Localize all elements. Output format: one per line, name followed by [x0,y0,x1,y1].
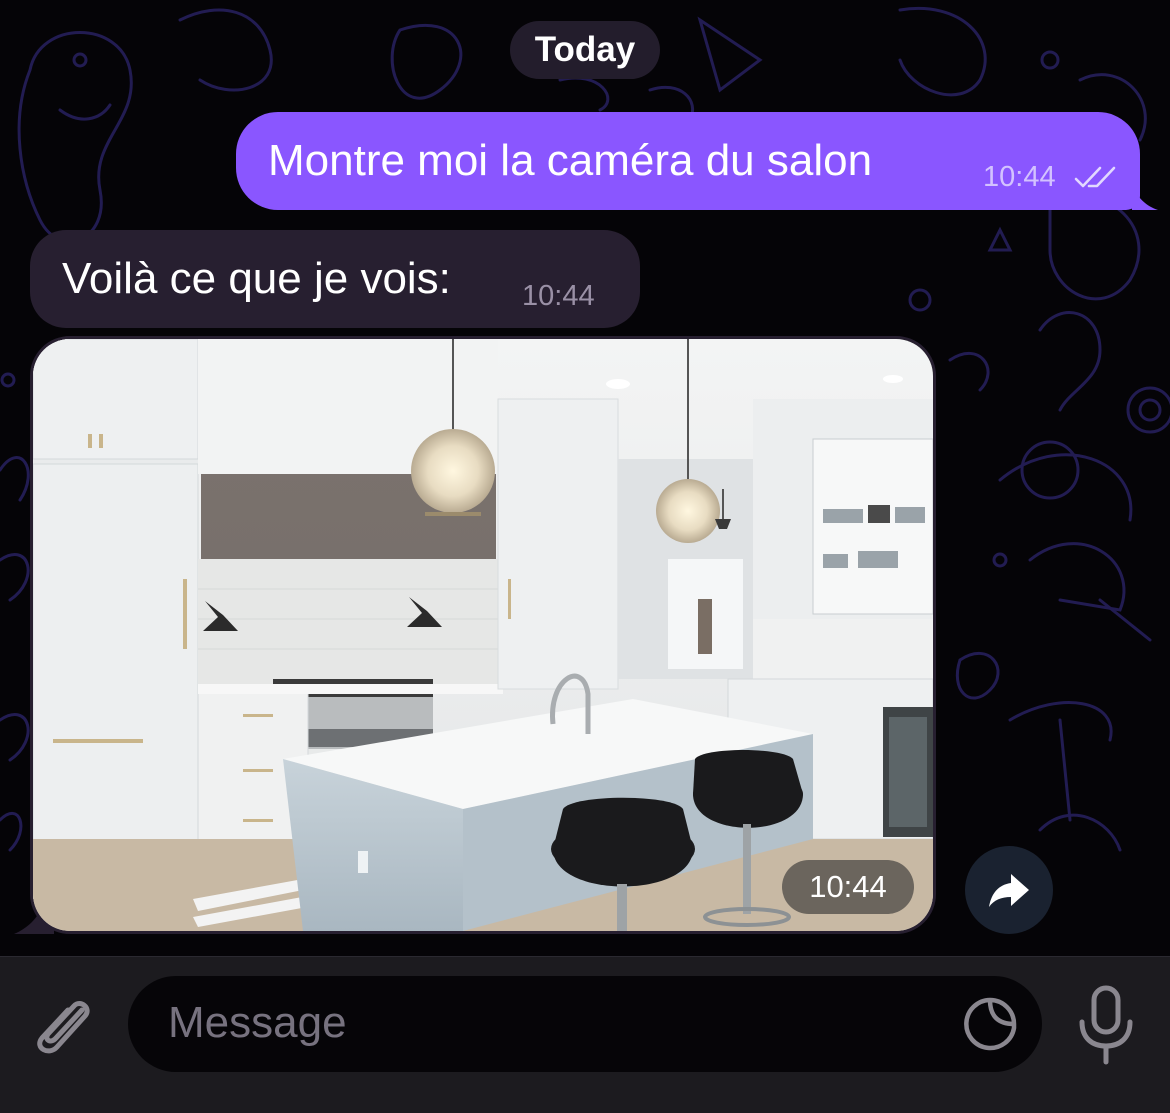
forward-icon [989,874,1029,907]
outgoing-message-bubble[interactable]: Montre moi la caméra du salon 10:44 [236,112,1158,210]
photo-message[interactable] [30,336,936,934]
message-text: Voilà ce que je vois: [62,254,451,303]
photo-time-badge: 10:44 [782,860,914,914]
paperclip-icon[interactable] [30,988,100,1064]
date-separator-label: Today [534,30,636,69]
kitchen-photo [33,339,933,931]
date-separator: Today [510,21,660,79]
message-input[interactable]: Message [128,976,1042,1072]
double-check-icon [1074,166,1116,188]
sticker-icon[interactable] [960,994,1020,1054]
incoming-message-bubble[interactable]: Voilà ce que je vois: 10:44 [30,230,640,328]
microphone-icon[interactable] [1074,984,1138,1066]
chat-area: Today Montre moi la caméra du salon 10:4… [0,0,1170,956]
bubble-tail [1132,186,1158,210]
message-time: 10:44 [809,869,887,904]
message-time: 10:44 [522,280,595,312]
forward-button[interactable] [965,846,1053,934]
message-input-placeholder: Message [168,998,347,1047]
message-time: 10:44 [983,161,1056,193]
message-text: Montre moi la caméra du salon [268,136,873,185]
